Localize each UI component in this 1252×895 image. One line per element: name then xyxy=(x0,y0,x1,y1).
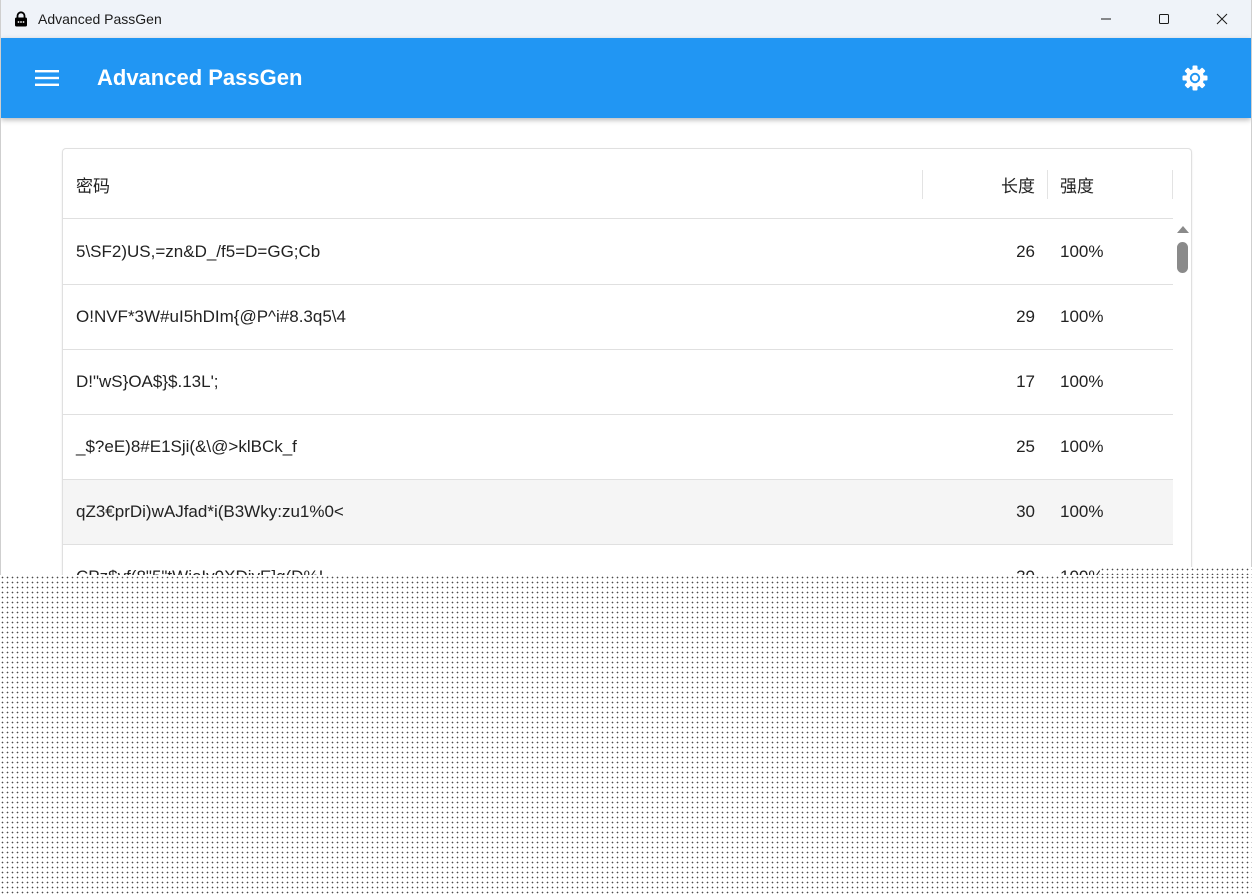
password-cell: O!NVF*3W#uI5hDIm{@P^i#8.3q5\4 xyxy=(76,307,346,326)
password-cell: _$?eE)8#E1Sji(&\@>klBCk_f xyxy=(76,437,297,456)
settings-gear-icon xyxy=(1182,65,1208,91)
strength-cell: 100% xyxy=(1060,307,1104,326)
table-row[interactable]: CPz$vf(8"5"tWioIv0XDiyE]g(D%!_~ 30 100% xyxy=(63,545,1173,575)
table-row[interactable]: _$?eE)8#E1Sji(&\@>klBCk_f 25 100% xyxy=(63,415,1173,480)
strength-cell: 100% xyxy=(1060,437,1104,456)
menu-button[interactable] xyxy=(27,58,67,98)
length-cell: 30 xyxy=(1016,502,1035,521)
close-button[interactable] xyxy=(1193,0,1251,38)
hamburger-menu-icon xyxy=(35,70,59,86)
window-controls xyxy=(1077,0,1251,38)
table-body: 5\SF2)US,=zn&D_/f5=D=GG;Cb 26 100% O!NVF… xyxy=(63,220,1173,575)
length-cell: 29 xyxy=(1016,307,1035,326)
app-bar: Advanced PassGen xyxy=(1,38,1251,118)
lock-icon xyxy=(14,11,28,27)
length-cell: 30 xyxy=(923,545,1047,575)
minimize-icon xyxy=(1101,18,1111,20)
vertical-scrollbar[interactable] xyxy=(1173,220,1192,575)
scroll-up-arrow-icon[interactable] xyxy=(1177,225,1189,234)
strength-cell: 100% xyxy=(1060,242,1104,261)
app-title: Advanced PassGen xyxy=(97,65,303,90)
password-table: 密码 长度 强度 5\SF2)US,=zn&D_/f5=D=GG;Cb 26 1… xyxy=(62,148,1192,575)
password-cell: qZ3€prDi)wAJfad*i(B3Wky:zu1%0< xyxy=(76,502,344,521)
settings-button[interactable] xyxy=(1175,58,1215,98)
length-cell: 17 xyxy=(1016,372,1035,391)
password-cell: D!"wS}OA$}$.13L'; xyxy=(76,372,219,391)
table-row[interactable]: O!NVF*3W#uI5hDIm{@P^i#8.3q5\4 29 100% xyxy=(63,285,1173,350)
password-cell: 5\SF2)US,=zn&D_/f5=D=GG;Cb xyxy=(76,242,321,261)
maximize-icon xyxy=(1159,14,1169,24)
close-icon xyxy=(1216,13,1228,25)
header-length[interactable]: 长度 xyxy=(923,149,1047,219)
password-cell: CPz$vf(8"5"tWioIv0XDiyE]g(D%!_~ xyxy=(76,545,343,575)
app-window: Advanced PassGen Advanced PassGen 密码 长度 … xyxy=(0,0,1252,575)
window-title: Advanced PassGen xyxy=(38,11,162,27)
length-cell: 25 xyxy=(1016,437,1035,456)
dotted-overlay xyxy=(1100,567,1252,575)
table-header: 密码 长度 强度 xyxy=(63,149,1173,219)
minimize-button[interactable] xyxy=(1077,0,1135,38)
table-row[interactable]: D!"wS}OA$}$.13L'; 17 100% xyxy=(63,350,1173,415)
title-bar: Advanced PassGen xyxy=(1,0,1251,38)
strength-cell: 100% xyxy=(1060,502,1104,521)
scrollbar-thumb[interactable] xyxy=(1177,242,1188,273)
table-row[interactable]: qZ3€prDi)wAJfad*i(B3Wky:zu1%0< 30 100% xyxy=(63,480,1173,545)
strength-cell: 100% xyxy=(1060,372,1104,391)
header-password[interactable]: 密码 xyxy=(76,149,110,219)
header-strength[interactable]: 强度 xyxy=(1047,149,1171,219)
maximize-button[interactable] xyxy=(1135,0,1193,38)
dotted-overlay xyxy=(0,575,1252,895)
length-cell: 26 xyxy=(1016,242,1035,261)
column-separator[interactable] xyxy=(1172,170,1173,199)
table-row[interactable]: 5\SF2)US,=zn&D_/f5=D=GG;Cb 26 100% xyxy=(63,220,1173,285)
